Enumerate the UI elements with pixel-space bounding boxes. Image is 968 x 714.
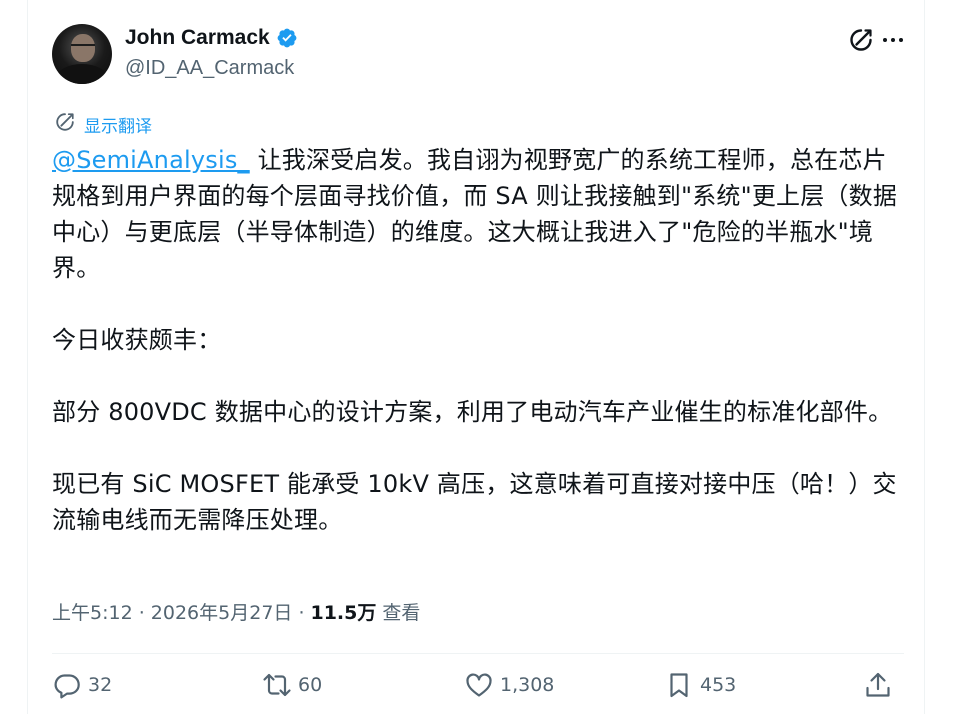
- bookmark-button[interactable]: 453: [664, 670, 736, 700]
- tweet-paragraph: @SemiAnalysis_ 让我深受启发。我自诩为视野宽广的系统工程师，总在芯…: [52, 142, 904, 286]
- translate-icon: [54, 111, 76, 137]
- tweet-header: John Carmack @ID_AA_Carmack: [52, 22, 907, 86]
- tweet-text: @SemiAnalysis_ 让我深受启发。我自诩为视野宽广的系统工程师，总在芯…: [52, 142, 904, 538]
- reply-button[interactable]: 32: [52, 670, 112, 700]
- tweet-paragraph: 现已有 SiC MOSFET 能承受 10kV 高压，这意味着可直接对接中压（哈…: [52, 470, 897, 534]
- share-icon: [866, 672, 890, 697]
- repost-icon: [263, 673, 291, 697]
- repost-button[interactable]: 60: [262, 670, 322, 700]
- bookmark-icon: [670, 673, 688, 698]
- like-icon: [466, 673, 492, 697]
- share-button[interactable]: [863, 670, 893, 700]
- tweet-card: John Carmack @ID_AA_Carmack 显示翻译 @SemiAn…: [27, 0, 925, 714]
- reply-icon: [54, 674, 80, 699]
- translate-button[interactable]: 显示翻译: [54, 111, 152, 137]
- like-button[interactable]: 1,308: [464, 670, 554, 700]
- repost-count: 60: [298, 674, 323, 696]
- mention-link[interactable]: @SemiAnalysis_: [52, 146, 250, 174]
- tweet-paragraph: 部分 800VDC 数据中心的设计方案，利用了电动汽车产业催生的标准化部件。: [52, 398, 893, 426]
- grok-icon[interactable]: [847, 26, 875, 54]
- divider: [52, 653, 904, 654]
- translate-label: 显示翻译: [84, 116, 152, 137]
- reply-count: 32: [88, 674, 113, 696]
- verified-badge-icon[interactable]: [276, 27, 298, 49]
- tweet-meta: 上午5:12 · 2026年5月27日 · 11.5万 查看: [52, 598, 420, 625]
- like-count: 1,308: [500, 674, 555, 696]
- author-handle[interactable]: @ID_AA_Carmack: [125, 57, 294, 80]
- views-count: 11.5万: [310, 602, 377, 624]
- views-label: 查看: [382, 602, 421, 624]
- tweet-timestamp[interactable]: 上午5:12 · 2026年5月27日 ·: [52, 598, 304, 625]
- author-name-row: John Carmack: [125, 26, 298, 50]
- avatar[interactable]: [52, 24, 112, 84]
- author-display-name[interactable]: John Carmack: [125, 26, 270, 50]
- bookmark-count: 453: [700, 674, 737, 696]
- more-icon[interactable]: [879, 26, 907, 54]
- action-bar: 32 60 1,308 453: [52, 670, 904, 710]
- tweet-paragraph: 今日收获颇丰：: [52, 326, 222, 354]
